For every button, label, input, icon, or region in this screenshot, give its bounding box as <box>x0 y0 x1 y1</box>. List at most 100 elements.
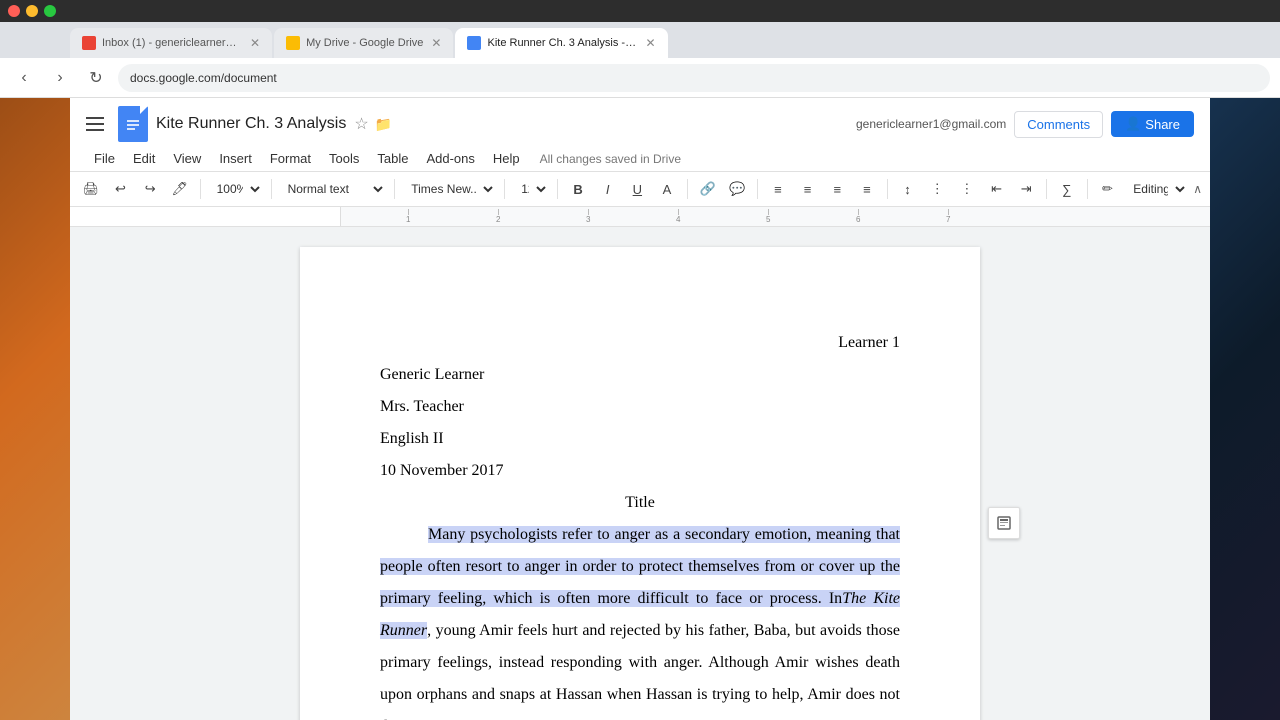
side-panel-button[interactable] <box>988 507 1020 539</box>
paint-format-button[interactable]: 🖊 <box>167 176 193 202</box>
menu-addons[interactable]: Add-ons <box>418 148 482 169</box>
header-right-text: Learner 1 <box>838 334 900 351</box>
folder-icon[interactable]: 📁 <box>375 116 392 133</box>
align-right-button[interactable]: ≡ <box>824 176 850 202</box>
share-button[interactable]: 👤 Share <box>1111 111 1194 137</box>
ruler-mark-7: 7 <box>946 209 950 224</box>
hamburger-menu-icon[interactable] <box>86 112 110 136</box>
comments-button[interactable]: Comments <box>1014 111 1103 138</box>
tab-gmail-label: Inbox (1) - genericlearner1@gmail.com - … <box>102 37 242 49</box>
gdocs-window: Kite Runner Ch. 3 Analysis ☆ 📁 genericle… <box>70 98 1210 720</box>
menu-table[interactable]: Table <box>369 148 416 169</box>
formula-button[interactable]: ∑ <box>1054 176 1080 202</box>
menu-insert[interactable]: Insert <box>211 148 260 169</box>
separator-3 <box>394 179 395 199</box>
doc-date: 10 November 2017 <box>380 455 900 487</box>
share-label: Share <box>1145 117 1180 132</box>
align-center-button[interactable]: ≡ <box>795 176 821 202</box>
drive-favicon <box>286 36 300 50</box>
gmail-favicon <box>82 36 96 50</box>
ruler-mark-3: 3 <box>586 209 590 224</box>
font-size-select[interactable]: 12 <box>512 176 550 202</box>
forward-button[interactable]: › <box>46 64 74 92</box>
tab-docs-close[interactable]: ✕ <box>637 36 655 50</box>
back-button[interactable]: ‹ <box>10 64 38 92</box>
address-bar[interactable]: docs.google.com/document <box>118 64 1270 92</box>
doc-author: Generic Learner Mrs. Teacher English II … <box>380 359 900 487</box>
paragraph-style-select[interactable]: Normal text <box>279 176 388 202</box>
doc-area[interactable]: Learner 1 Generic Learner Mrs. Teacher E… <box>70 227 1210 720</box>
doc-header-right: Learner 1 <box>380 327 900 359</box>
redo-button[interactable]: ↪ <box>137 176 163 202</box>
user-email: genericlearner1@gmail.com <box>856 117 1006 131</box>
undo-button[interactable]: ↩ <box>108 176 134 202</box>
menu-file[interactable]: File <box>86 148 123 169</box>
line-spacing-button[interactable]: ↕ <box>895 176 921 202</box>
share-icon: 👤 <box>1125 116 1141 132</box>
refresh-button[interactable]: ↻ <box>82 64 110 92</box>
editing-mode-select[interactable]: Editing <box>1124 176 1189 202</box>
link-button[interactable]: 🔗 <box>695 176 721 202</box>
traffic-lights <box>0 5 56 17</box>
ruler-mark-4: 4 <box>676 209 680 224</box>
doc-title-section: Title <box>380 487 900 519</box>
text-color-button[interactable]: A <box>654 176 680 202</box>
separator-10 <box>1087 179 1088 199</box>
menu-tools[interactable]: Tools <box>321 148 367 169</box>
font-family-select[interactable]: Times New... <box>402 176 497 202</box>
star-icon[interactable]: ☆ <box>354 114 368 134</box>
docs-app-icon <box>118 106 148 142</box>
doc-title[interactable]: Kite Runner Ch. 3 Analysis <box>156 115 346 133</box>
mac-titlebar <box>0 0 1280 22</box>
menu-help[interactable]: Help <box>485 148 528 169</box>
tab-drive-close[interactable]: ✕ <box>423 36 441 50</box>
ruler-mark-5: 5 <box>766 209 770 224</box>
decrease-indent-button[interactable]: ⇤ <box>984 176 1010 202</box>
separator-9 <box>1046 179 1047 199</box>
separator-1 <box>200 179 201 199</box>
saved-status: All changes saved in Drive <box>540 152 681 166</box>
separator-5 <box>557 179 558 199</box>
underline-button[interactable]: U <box>625 176 651 202</box>
pencil-icon[interactable]: ✏ <box>1095 176 1121 202</box>
ruler: 1 2 3 4 5 6 7 <box>70 207 1210 227</box>
title-icons: ☆ 📁 <box>354 114 392 134</box>
italic-button[interactable]: I <box>595 176 621 202</box>
close-button[interactable] <box>8 5 20 17</box>
justify-button[interactable]: ≡ <box>854 176 880 202</box>
doc-teacher-name: Mrs. Teacher <box>380 391 900 423</box>
bold-button[interactable]: B <box>565 176 591 202</box>
gdocs-header: Kite Runner Ch. 3 Analysis ☆ 📁 genericle… <box>70 98 1210 172</box>
doc-body-paragraph[interactable]: Many psychologists refer to anger as a s… <box>380 519 900 720</box>
ruler-mark-1: 1 <box>406 209 410 224</box>
doc-author-name: Generic Learner <box>380 359 900 391</box>
unordered-list-button[interactable]: ⋮ <box>954 176 980 202</box>
zoom-select[interactable]: 100% <box>208 176 264 202</box>
doc-page: Learner 1 Generic Learner Mrs. Teacher E… <box>300 247 980 720</box>
browser-tabs: Inbox (1) - genericlearner1@gmail.com - … <box>0 22 1280 58</box>
tab-drive-label: My Drive - Google Drive <box>306 37 423 49</box>
menu-view[interactable]: View <box>165 148 209 169</box>
collapse-toolbar-button[interactable]: ∧ <box>1193 182 1202 196</box>
menu-format[interactable]: Format <box>262 148 319 169</box>
tab-drive[interactable]: My Drive - Google Drive ✕ <box>274 28 453 58</box>
separator-4 <box>504 179 505 199</box>
increase-indent-button[interactable]: ⇥ <box>1013 176 1039 202</box>
minimize-button[interactable] <box>26 5 38 17</box>
maximize-button[interactable] <box>44 5 56 17</box>
comment-button[interactable]: 💬 <box>724 176 750 202</box>
tab-gmail[interactable]: Inbox (1) - genericlearner1@gmail.com - … <box>70 28 272 58</box>
toolbar: 🖨 ↩ ↪ 🖊 100% Normal text Times New... 12… <box>70 172 1210 207</box>
align-left-button[interactable]: ≡ <box>765 176 791 202</box>
tab-docs-active[interactable]: Kite Runner Ch. 3 Analysis - Google Docs… <box>455 28 667 58</box>
ordered-list-button[interactable]: ⋮ <box>924 176 950 202</box>
body-text-after-italic: , young Amir feels hurt and rejected by … <box>380 622 900 720</box>
separator-2 <box>271 179 272 199</box>
browser-chrome: ‹ › ↻ docs.google.com/document <box>0 58 1280 98</box>
ruler-mark-2: 2 <box>496 209 500 224</box>
print-button[interactable]: 🖨 <box>78 176 104 202</box>
title-bar: Kite Runner Ch. 3 Analysis ☆ 📁 genericle… <box>86 106 1194 142</box>
tab-gmail-close[interactable]: ✕ <box>242 36 260 50</box>
menu-edit[interactable]: Edit <box>125 148 163 169</box>
separator-7 <box>757 179 758 199</box>
